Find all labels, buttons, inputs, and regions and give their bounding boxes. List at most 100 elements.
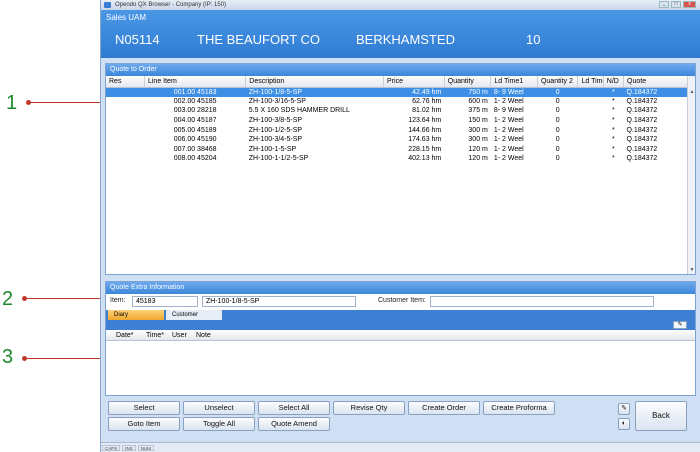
minimize-icon[interactable]: _ xyxy=(659,1,669,8)
cell-nd: * xyxy=(612,155,615,163)
cell-res xyxy=(106,135,144,145)
window-titlebar: Opendo QX Browser - Company (IP: 150) _ … xyxy=(101,0,700,10)
table-row[interactable]: 005.00 45189 ZH-100-1/2-5-SP 144.66 hm 3… xyxy=(106,125,695,135)
cell-quantity: 375 m xyxy=(468,107,488,115)
cell-quantity: 300 m xyxy=(468,126,488,134)
cell-quantity: 120 m xyxy=(468,145,488,153)
quote-amend-button[interactable]: Quote Amend xyxy=(258,417,330,431)
select-button[interactable]: Select xyxy=(108,401,180,415)
caps-indicator: CAPS xyxy=(102,445,121,451)
cell-description: ZH-100-1-1/2-5-SP xyxy=(248,155,309,163)
cell-quantity2: 0 xyxy=(555,145,560,153)
settings-icon[interactable]: ✎ xyxy=(618,403,630,415)
table-row[interactable]: 002.00 45185 ZH-100-3/16-5-SP 62.76 hm 6… xyxy=(106,97,695,107)
col-header-res[interactable]: Res xyxy=(106,76,145,88)
item-description-field[interactable]: ZH-100-1/8-5-SP xyxy=(202,296,356,307)
diary-col-user[interactable]: User xyxy=(172,330,187,341)
cell-description: 5.5 X 160 SDS HAMMER DRILL xyxy=(248,107,350,115)
tab-diary[interactable]: Diary xyxy=(108,310,164,320)
cell-description: ZH-100-3/4-5-SP xyxy=(248,136,303,144)
col-header-description[interactable]: Description xyxy=(245,76,385,88)
quote-extra-info-panel: Quote Extra Information Item: 45183 ZH-1… xyxy=(105,281,696,396)
diary-col-time[interactable]: Time* xyxy=(146,330,164,341)
cell-ld-time2 xyxy=(578,97,603,107)
cell-line-item: 004.00 45187 xyxy=(173,117,217,125)
cell-quantity2: 0 xyxy=(537,87,578,97)
account-number: N05114 xyxy=(115,32,160,47)
cell-quantity2: 0 xyxy=(555,155,560,163)
cell-nd: * xyxy=(612,97,615,105)
quote-to-order-panel: Quote to Order Res Line Item Description… xyxy=(105,63,696,275)
annotation-3: 3 xyxy=(2,346,14,368)
customer-item-label: Customer Item: xyxy=(378,297,426,304)
cell-price: 42.49 hm xyxy=(383,87,445,97)
cell-quote: Q.184372 xyxy=(626,117,658,125)
maximize-icon[interactable]: □ xyxy=(671,1,681,8)
cell-price: 402.13 hm xyxy=(408,155,442,163)
app-window: Opendo QX Browser - Company (IP: 150) _ … xyxy=(100,0,700,452)
cell-quantity2: 0 xyxy=(555,136,560,144)
cell-res xyxy=(106,154,144,164)
select-all-button[interactable]: Select All xyxy=(258,401,330,415)
table-header-row: Res Line Item Description Price Quantity… xyxy=(106,76,695,88)
tab-customer[interactable]: Customer xyxy=(166,310,222,320)
cell-quantity: 300 m xyxy=(468,136,488,144)
cell-line-item: 006.00 45190 xyxy=(173,136,217,144)
cell-description: ZH-100-1/8-5-SP xyxy=(245,87,384,97)
create-proforma-button[interactable]: Create Proforma xyxy=(483,401,555,415)
back-button[interactable]: Back xyxy=(635,401,687,431)
create-order-button[interactable]: Create Order xyxy=(408,401,480,415)
cell-quote: Q.184372 xyxy=(626,97,658,105)
customer-item-field[interactable] xyxy=(430,296,654,307)
cell-quantity: 150 m xyxy=(468,117,488,125)
revise-qty-button[interactable]: Revise Qty xyxy=(333,401,405,415)
cell-description: ZH-100-1/2-5-SP xyxy=(248,126,303,134)
close-icon[interactable]: x xyxy=(683,1,696,8)
col-header-quantity2[interactable]: Quantity 2 xyxy=(537,76,579,88)
cell-line-item: 002.00 45185 xyxy=(173,97,217,105)
col-header-ld-time2[interactable]: Ld Time2 xyxy=(577,76,604,88)
col-header-quote[interactable]: Quote xyxy=(623,76,695,88)
table-row[interactable]: 004.00 45187 ZH-100-3/8-5-SP 123.64 hm 1… xyxy=(106,116,695,126)
diary-col-date[interactable]: Date* xyxy=(116,330,134,341)
table-row[interactable]: 007.00 38468 ZH-100-1-5-SP 228.15 hm 120… xyxy=(106,145,695,155)
cell-nd: * xyxy=(612,117,615,125)
table-row[interactable]: 001.00 45183 ZH-100-1/8-5-SP 42.49 hm 75… xyxy=(106,87,695,97)
unselect-button[interactable]: Unselect xyxy=(183,401,255,415)
diary-add-icon[interactable]: ✎ xyxy=(673,321,687,329)
cell-nd: * xyxy=(612,126,615,134)
scroll-down-icon[interactable]: ▼ xyxy=(688,266,696,274)
goto-item-button[interactable]: Goto Item xyxy=(108,417,180,431)
cell-res xyxy=(106,125,144,135)
cell-quantity: 600 m xyxy=(468,97,488,105)
diary-list[interactable] xyxy=(106,341,695,395)
col-header-price[interactable]: Price xyxy=(383,76,445,88)
col-header-line-item[interactable]: Line Item xyxy=(144,76,247,88)
app-title: Sales UAM xyxy=(106,13,147,22)
toggle-all-button[interactable]: Toggle All xyxy=(183,417,255,431)
diary-toolbar: ✎ xyxy=(106,320,695,330)
cell-ld-time1: 1- 2 Weel xyxy=(493,155,524,163)
table-row[interactable]: 006.00 45190 ZH-100-3/4-5-SP 174.63 hm 3… xyxy=(106,135,695,145)
cell-quantity2: 0 xyxy=(555,97,560,105)
cell-quote: Q.184372 xyxy=(626,145,658,153)
cell-res xyxy=(106,116,144,126)
item-number-field[interactable]: 45183 xyxy=(132,296,198,307)
cell-ld-time2 xyxy=(578,106,603,116)
cell-quote: Q.184372 xyxy=(626,107,658,115)
cell-res xyxy=(106,97,144,107)
scroll-up-icon[interactable]: ▲ xyxy=(688,88,696,96)
col-header-ld-time1[interactable]: Ld Time1 xyxy=(490,76,538,88)
vertical-scrollbar[interactable]: ▲ ▼ xyxy=(687,76,695,274)
col-header-nd[interactable]: N/D xyxy=(603,76,625,88)
cell-ld-time1: 1- 2 Weel xyxy=(493,136,524,144)
table-row[interactable]: 008.00 45204 ZH-100-1-1/2-5-SP 402.13 hm… xyxy=(106,154,695,164)
cell-quantity: 750 m xyxy=(444,87,491,97)
extra-panel-title: Quote Extra Information xyxy=(106,282,695,294)
item-label: Item: xyxy=(110,297,126,304)
lock-icon[interactable]: ◐ xyxy=(618,418,630,430)
table-row[interactable]: 003.00 28218 5.5 X 160 SDS HAMMER DRILL … xyxy=(106,106,695,116)
cell-ld-time2 xyxy=(578,145,603,155)
diary-col-note[interactable]: Note xyxy=(196,330,211,341)
col-header-quantity[interactable]: Quantity xyxy=(444,76,492,88)
